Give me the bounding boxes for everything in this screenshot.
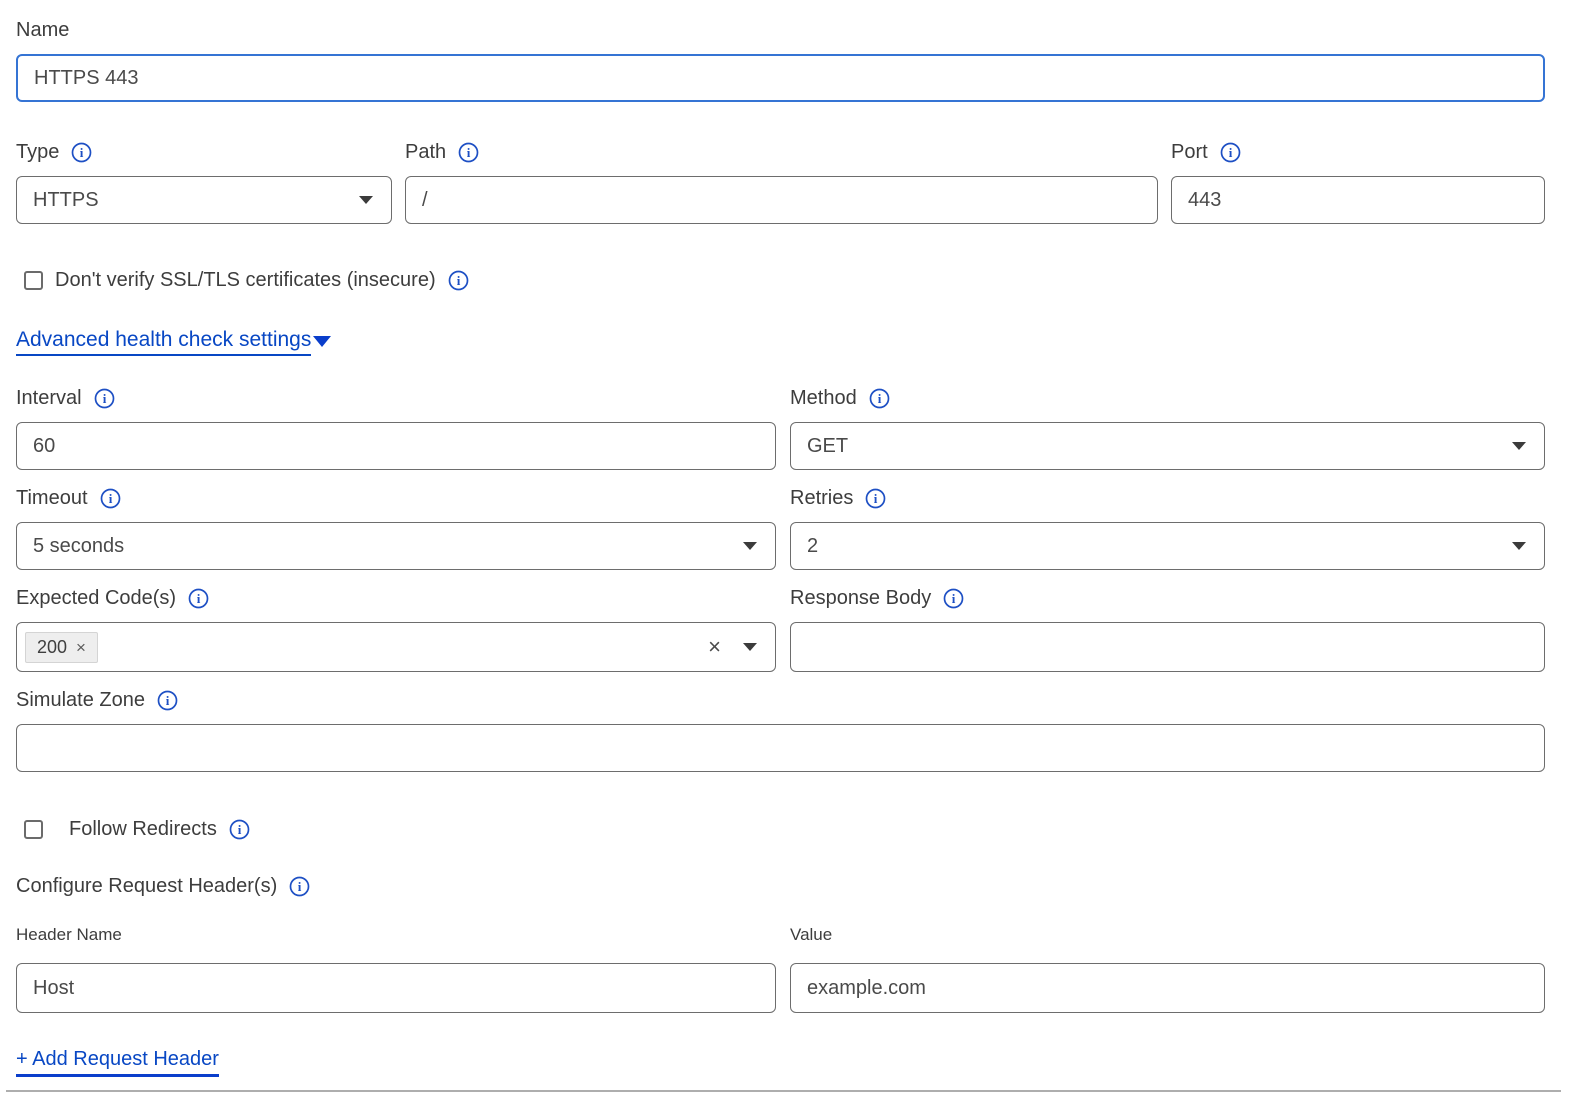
row-follow-redirects: Follow Redirects i xyxy=(24,817,1545,841)
chevron-down-icon xyxy=(313,336,331,347)
retries-select-value: 2 xyxy=(807,535,818,558)
field-name: Name xyxy=(16,18,1545,102)
name-label: Name xyxy=(16,18,69,42)
info-icon[interactable]: i xyxy=(943,588,964,609)
svg-text:i: i xyxy=(952,591,956,606)
info-icon[interactable]: i xyxy=(869,388,890,409)
field-interval: Interval i xyxy=(16,386,776,470)
path-label: Path xyxy=(405,140,446,164)
header-name-column-label: Header Name xyxy=(16,924,776,945)
svg-text:i: i xyxy=(238,822,242,837)
follow-redirects-label: Follow Redirects xyxy=(69,817,217,841)
info-icon[interactable]: i xyxy=(94,388,115,409)
field-retries: Retries i 2 xyxy=(790,486,1545,570)
remove-tag-icon[interactable]: × xyxy=(76,639,86,656)
info-icon[interactable]: i xyxy=(1220,142,1241,163)
field-port: Port i xyxy=(1171,140,1545,224)
method-label: Method xyxy=(790,386,857,410)
info-icon[interactable]: i xyxy=(157,690,178,711)
name-input[interactable] xyxy=(16,54,1545,102)
response-body-label: Response Body xyxy=(790,586,931,610)
field-method: Method i GET xyxy=(790,386,1545,470)
expected-codes-select[interactable]: 200 × × xyxy=(16,622,776,672)
field-response-body: Response Body i xyxy=(790,586,1545,672)
request-headers-section: Configure Request Header(s) i xyxy=(16,874,1545,898)
svg-text:i: i xyxy=(1228,145,1232,160)
info-icon[interactable]: i xyxy=(229,819,250,840)
field-path: Path i xyxy=(405,140,1158,224)
row-advanced-settings: Advanced health check settings xyxy=(16,328,1545,356)
header-row xyxy=(16,963,1545,1013)
chevron-down-icon xyxy=(743,643,757,651)
retries-label: Retries xyxy=(790,486,853,510)
port-input[interactable] xyxy=(1171,176,1545,224)
type-select-value: HTTPS xyxy=(33,189,99,212)
response-body-input[interactable] xyxy=(790,622,1545,672)
svg-text:i: i xyxy=(102,391,106,406)
row-add-header: + Add Request Header xyxy=(16,1048,1545,1077)
svg-text:i: i xyxy=(877,391,881,406)
header-name-input[interactable] xyxy=(16,963,776,1013)
timeout-label: Timeout xyxy=(16,486,88,510)
svg-text:i: i xyxy=(80,145,84,160)
info-icon[interactable]: i xyxy=(71,142,92,163)
chevron-down-icon xyxy=(743,542,757,550)
follow-redirects-checkbox[interactable] xyxy=(24,820,43,839)
section-divider xyxy=(6,1090,1561,1092)
health-check-form: Name Type i HTTPS Path i Port i xyxy=(0,0,1570,1092)
svg-text:i: i xyxy=(197,591,201,606)
header-value-column-label: Value xyxy=(790,924,1545,945)
header-value-input[interactable] xyxy=(790,963,1545,1013)
row-interval-method: Interval i Method i GET xyxy=(16,386,1545,470)
method-select[interactable]: GET xyxy=(790,422,1545,470)
timeout-select[interactable]: 5 seconds xyxy=(16,522,776,570)
field-timeout: Timeout i 5 seconds xyxy=(16,486,776,570)
clear-icon[interactable]: × xyxy=(708,636,721,658)
svg-text:i: i xyxy=(874,491,878,506)
svg-text:i: i xyxy=(298,879,302,894)
chevron-down-icon xyxy=(359,196,373,204)
header-columns: Header Name Value xyxy=(16,924,1545,963)
type-label: Type xyxy=(16,140,59,164)
verify-ssl-label: Don't verify SSL/TLS certificates (insec… xyxy=(55,268,436,292)
info-icon[interactable]: i xyxy=(188,588,209,609)
retries-select[interactable]: 2 xyxy=(790,522,1545,570)
svg-text:i: i xyxy=(166,693,170,708)
verify-ssl-checkbox[interactable] xyxy=(24,271,43,290)
field-simulate-zone: Simulate Zone i xyxy=(16,688,1545,772)
info-icon[interactable]: i xyxy=(865,488,886,509)
path-input[interactable] xyxy=(405,176,1158,224)
info-icon[interactable]: i xyxy=(448,270,469,291)
info-icon[interactable]: i xyxy=(458,142,479,163)
svg-text:i: i xyxy=(456,273,460,288)
type-select[interactable]: HTTPS xyxy=(16,176,392,224)
info-icon[interactable]: i xyxy=(100,488,121,509)
simulate-zone-label: Simulate Zone xyxy=(16,688,145,712)
code-tag: 200 × xyxy=(25,632,98,663)
port-label: Port xyxy=(1171,140,1208,164)
field-type: Type i HTTPS xyxy=(16,140,392,224)
row-codes-body: Expected Code(s) i 200 × × Response Body… xyxy=(16,586,1545,672)
row-verify-ssl: Don't verify SSL/TLS certificates (insec… xyxy=(24,268,1545,292)
chevron-down-icon xyxy=(1512,542,1526,550)
add-request-header-link[interactable]: + Add Request Header xyxy=(16,1048,219,1077)
advanced-settings-link[interactable]: Advanced health check settings xyxy=(16,328,311,356)
svg-text:i: i xyxy=(108,491,112,506)
code-tag-value: 200 xyxy=(37,637,67,658)
method-select-value: GET xyxy=(807,435,848,458)
timeout-select-value: 5 seconds xyxy=(33,535,124,558)
expected-codes-label: Expected Code(s) xyxy=(16,586,176,610)
info-icon[interactable]: i xyxy=(289,876,310,897)
interval-label: Interval xyxy=(16,386,82,410)
row-type-path-port: Type i HTTPS Path i Port i xyxy=(16,140,1545,224)
row-timeout-retries: Timeout i 5 seconds Retries i 2 xyxy=(16,486,1545,570)
interval-input[interactable] xyxy=(16,422,776,470)
svg-text:i: i xyxy=(467,145,471,160)
chevron-down-icon xyxy=(1512,442,1526,450)
field-expected-codes: Expected Code(s) i 200 × × xyxy=(16,586,776,672)
request-headers-label: Configure Request Header(s) xyxy=(16,874,277,898)
simulate-zone-input[interactable] xyxy=(16,724,1545,772)
